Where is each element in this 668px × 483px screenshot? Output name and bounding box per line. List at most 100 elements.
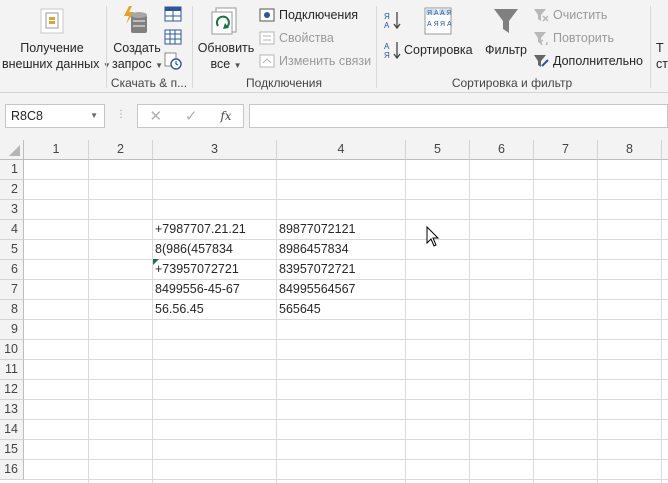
splitter-dots-icon[interactable]: ⋮ [116, 109, 126, 120]
column-header[interactable]: 7 [534, 140, 598, 160]
mouse-pointer-icon [426, 226, 440, 247]
reapply-filter-button[interactable]: Повторить [533, 28, 614, 48]
sort-ascending-button[interactable]: Я А [383, 10, 403, 33]
cell-r8c4[interactable]: 565645 [277, 299, 321, 319]
formula-input[interactable] [249, 104, 668, 128]
formula-bar: R8C8 ▼ ⋮ ✕ ✓ fx [0, 93, 668, 140]
group-label-connections: Подключения [246, 76, 322, 90]
row-header[interactable]: 10 [0, 340, 24, 360]
chevron-down-icon: ▼ [155, 61, 164, 70]
clear-filter-icon [534, 9, 549, 22]
properties-button[interactable]: Свойства [259, 28, 334, 48]
row-header[interactable]: 12 [0, 380, 24, 400]
column-header[interactable]: 5 [406, 140, 470, 160]
select-all-button[interactable] [0, 140, 24, 160]
row-header[interactable]: 2 [0, 180, 24, 200]
cell-r8c3[interactable]: 56.56.45 [153, 299, 204, 319]
chevron-down-icon[interactable]: ▼ [90, 111, 98, 120]
row-header[interactable]: 3 [0, 200, 24, 220]
cutoff-label1: Т [656, 41, 664, 55]
cell-r5c4[interactable]: 8986457834 [277, 239, 349, 259]
connections-icon [259, 8, 275, 22]
refresh-all-button[interactable]: Обновить все ▼ [196, 6, 256, 74]
row-header[interactable]: 15 [0, 440, 24, 460]
row-header[interactable]: 11 [0, 360, 24, 380]
cell-r5c3[interactable]: 8(986(457834 [153, 239, 233, 259]
cell-r7c4[interactable]: 84995564567 [277, 279, 355, 299]
insert-function-icon[interactable]: fx [220, 109, 231, 123]
database-icon [40, 8, 64, 34]
connections-button[interactable]: Подключения [259, 5, 358, 25]
cell-r7c3[interactable]: 8499556-45-67 [153, 279, 240, 299]
svg-text:Я: Я [384, 12, 390, 21]
text-to-columns-button[interactable]: Т ст [656, 40, 668, 72]
refresh-all-label1: Обновить [197, 41, 255, 55]
recent-sources-button[interactable] [164, 52, 182, 73]
edit-links-icon [259, 54, 275, 68]
create-query-label2: запрос [112, 57, 152, 71]
sort-asc-icon: Я А [384, 12, 401, 30]
cancel-icon[interactable]: ✕ [149, 107, 162, 125]
row-header[interactable]: 13 [0, 400, 24, 420]
row-header[interactable]: 7 [0, 280, 24, 300]
new-query-icon [124, 6, 147, 33]
svg-text:Я А: Я А [427, 10, 439, 17]
sort-button[interactable]: Я А А Я А Я Я А Сортировка [404, 6, 473, 58]
worksheet-grid[interactable]: 1 2 3 4 5 6 7 8 1 2 3 4 5 6 7 8 9 10 11 … [0, 140, 668, 483]
column-header[interactable]: 1 [24, 140, 89, 160]
properties-icon [259, 31, 275, 45]
chevron-down-icon: ▼ [233, 61, 242, 70]
get-external-data-label1: Получение [20, 41, 84, 55]
refresh-icon [211, 7, 237, 35]
cell-r6c4[interactable]: 83957072721 [277, 259, 355, 279]
group-label-get-transform: Скачать & п... [110, 76, 188, 90]
row-header[interactable]: 16 [0, 460, 24, 480]
error-indicator-icon[interactable] [153, 259, 159, 265]
filter-label: Фильтр [485, 43, 527, 57]
row-header[interactable]: 6 [0, 260, 24, 280]
enter-icon[interactable]: ✓ [185, 107, 198, 125]
svg-text:А Я: А Я [427, 21, 439, 28]
column-header[interactable]: 8 [598, 140, 662, 160]
cutoff-label2: ст [656, 57, 668, 71]
row-header[interactable]: 14 [0, 420, 24, 440]
svg-text:А Я: А Я [440, 10, 452, 17]
clear-filter-button[interactable]: Очистить [533, 5, 607, 25]
edit-links-button[interactable]: Изменить связи [259, 51, 371, 71]
row-header[interactable]: 5 [0, 240, 24, 260]
from-table-button[interactable] [164, 29, 182, 48]
column-header[interactable]: 6 [470, 140, 534, 160]
create-query-label1: Создать [113, 41, 161, 55]
svg-text:А: А [384, 42, 390, 51]
properties-label: Свойства [279, 31, 334, 45]
advanced-filter-label: Дополнительно [553, 54, 643, 68]
column-header[interactable] [662, 140, 668, 160]
advanced-filter-icon [534, 55, 549, 67]
column-header[interactable]: 4 [277, 140, 406, 160]
row-header[interactable]: 9 [0, 320, 24, 340]
cell-r6c3[interactable]: +73957072721 [153, 259, 239, 279]
name-box[interactable]: R8C8 ▼ [5, 104, 105, 128]
name-box-value: R8C8 [11, 109, 43, 123]
show-queries-button[interactable] [164, 6, 182, 25]
clock-icon [164, 52, 182, 70]
create-query-button[interactable]: Создать запрос ▼ [112, 4, 164, 74]
column-header[interactable]: 2 [89, 140, 153, 160]
filter-button[interactable]: Фильтр [482, 6, 530, 58]
refresh-all-label2: все [210, 57, 231, 71]
row-header[interactable]: 8 [0, 300, 24, 320]
row-header[interactable]: 1 [0, 160, 24, 180]
group-label-sort-filter: Сортировка и фильтр [451, 76, 573, 90]
cell-r4c4[interactable]: 89877072121 [277, 219, 355, 239]
sort-desc-icon: А Я [384, 42, 401, 60]
reapply-filter-icon [534, 32, 548, 45]
svg-text:А: А [384, 21, 390, 30]
advanced-filter-button[interactable]: Дополнительно [533, 51, 643, 71]
row-header[interactable]: 4 [0, 220, 24, 240]
get-external-data-button[interactable]: Получение внешних данных ▼ [2, 6, 111, 74]
svg-text:Я: Я [384, 51, 390, 60]
column-header[interactable]: 3 [153, 140, 277, 160]
sort-descending-button[interactable]: А Я [383, 40, 403, 63]
edit-links-label: Изменить связи [279, 54, 372, 68]
cell-r4c3[interactable]: +7987707.21.21 [153, 219, 246, 239]
